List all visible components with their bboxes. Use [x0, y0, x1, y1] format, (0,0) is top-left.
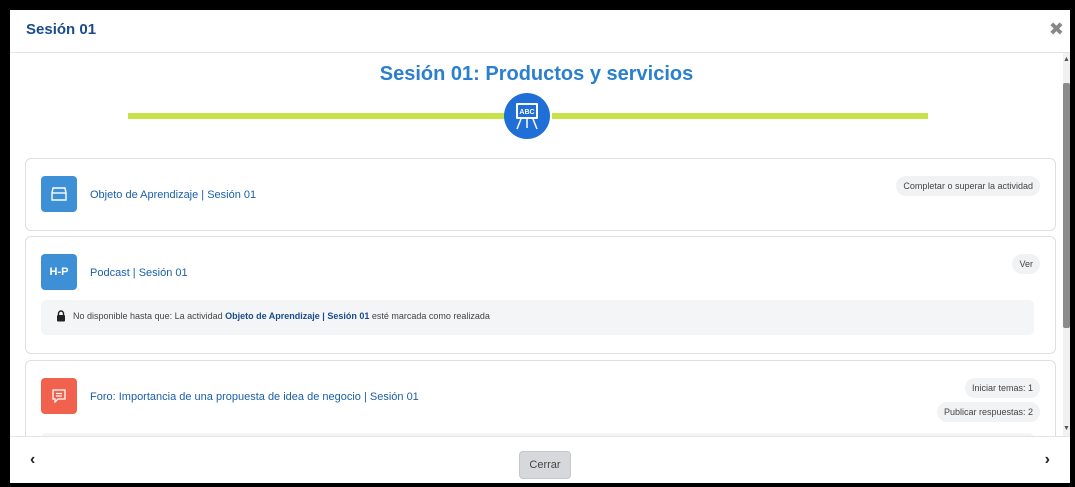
activity-modal: Sesión 01 ✖ Sesión 01: Productos y servi… — [10, 10, 1070, 483]
close-button[interactable]: Cerrar — [519, 451, 571, 479]
close-icon[interactable]: ✖ — [1049, 20, 1064, 38]
chalkboard-abc-icon: ABC — [504, 93, 550, 139]
restriction-suffix: esté marcada como realizada — [371, 311, 490, 321]
activity-card: Foro: Importancia de una propuesta de id… — [25, 360, 1056, 436]
completion-badge: Ver — [1012, 254, 1040, 274]
activity-card: H-P Podcast | Sesión 01 Ver No disponibl… — [25, 236, 1056, 354]
next-arrow-icon[interactable]: › — [1045, 451, 1050, 469]
completion-badge: Iniciar temas: 1 — [964, 378, 1040, 398]
activity-card: Objeto de Aprendizaje | Sesión 01 Comple… — [25, 158, 1056, 231]
completion-badge: Publicar respuestas: 2 — [936, 402, 1040, 422]
divider-line-left — [128, 113, 511, 119]
section-title: Sesión 01: Productos y servicios — [379, 63, 694, 85]
h5p-icon: H-P — [41, 254, 77, 290]
restriction-text: No disponible hasta que: La actividad Ob… — [73, 311, 490, 321]
modal-body: Sesión 01: Productos y servicios ABC Obj… — [10, 53, 1070, 436]
modal-title: Sesión 01 — [26, 21, 97, 38]
modal-header: Sesión 01 ✖ — [10, 10, 1070, 53]
scroll-down-icon[interactable]: ▼ — [1063, 425, 1070, 433]
previous-arrow-icon[interactable]: ‹ — [30, 451, 35, 469]
chalkboard-text: ABC — [519, 109, 534, 116]
forum-icon — [41, 378, 77, 414]
lock-icon — [57, 310, 65, 322]
restriction-prefix: No disponible hasta que: La actividad — [73, 311, 223, 321]
scrollbar-thumb[interactable] — [1063, 83, 1070, 328]
box-icon — [41, 176, 77, 212]
vertical-scrollbar[interactable]: ▲ ▼ — [1063, 53, 1070, 436]
activity-link[interactable]: Podcast | Sesión 01 — [90, 267, 188, 279]
restriction-notice: No disponible hasta que: La actividad Ob… — [41, 300, 1034, 335]
divider-line-right — [552, 113, 928, 119]
activity-link[interactable]: Objeto de Aprendizaje | Sesión 01 — [90, 189, 256, 201]
restriction-link[interactable]: Objeto de Aprendizaje | Sesión 01 — [225, 311, 369, 321]
modal-footer: ‹ Cerrar › — [10, 436, 1070, 483]
scroll-up-icon[interactable]: ▲ — [1063, 56, 1070, 64]
activity-link[interactable]: Foro: Importancia de una propuesta de id… — [90, 391, 419, 403]
completion-badge: Completar o superar la actividad — [896, 176, 1040, 196]
